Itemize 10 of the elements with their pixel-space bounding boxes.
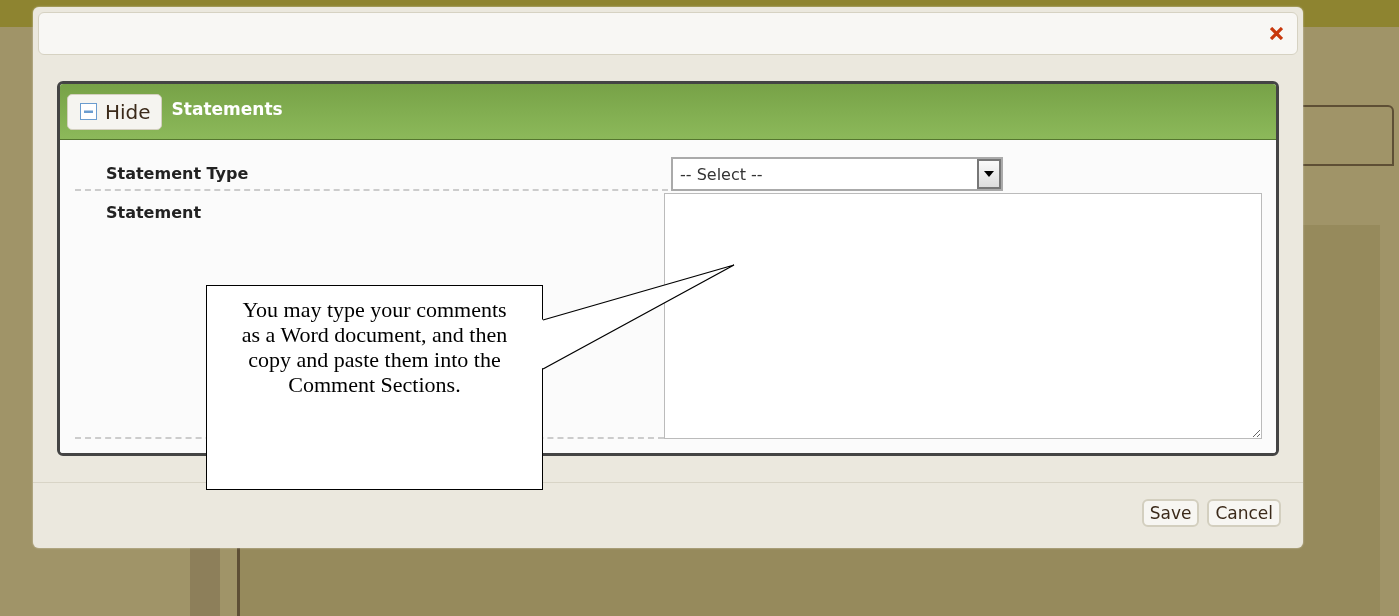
panel-title: Statements — [171, 98, 283, 119]
field-label: Statement — [106, 203, 202, 222]
dialog-button[interactable]: Save — [1141, 499, 1200, 527]
minus-icon — [80, 103, 97, 120]
close-icon[interactable] — [1270, 27, 1283, 40]
field-label: Statement Type — [106, 164, 249, 183]
collapse-button[interactable]: Hide — [67, 93, 162, 130]
callout-text: You may type your comments as a Word document, and then copy and paste them into the Comment Sections. — [240, 298, 509, 399]
dialog-button[interactable]: Cancel — [1207, 499, 1281, 527]
select-dropdown[interactable]: -- Select -- — [671, 157, 1003, 191]
